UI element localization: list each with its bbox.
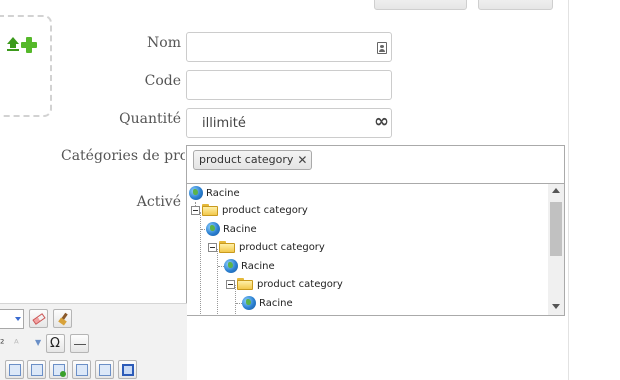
tree-node-root[interactable]: Racine [206,220,257,238]
image-dropzone[interactable] [0,15,52,117]
tree-node-folder[interactable]: product category [208,238,325,256]
horizontal-rule-icon [74,344,86,345]
name-field[interactable] [186,32,392,62]
name-label: Nom [147,35,181,51]
eraser-icon [32,313,46,325]
scroll-thumb[interactable] [550,202,562,256]
quantity-value: illimité [202,116,246,131]
text-color-icon: ᴬ [14,337,19,350]
folder-icon [202,204,218,216]
special-char-button[interactable]: Ω [46,334,65,353]
table-icon [9,364,21,376]
horizontal-rule-button[interactable] [70,334,89,353]
scroll-down-icon[interactable] [552,304,560,309]
dropdown-arrow-icon[interactable]: ▼ [35,338,41,347]
special-char-icon: Ω [50,336,60,351]
collapse-icon[interactable] [208,242,217,252]
chevron-down-icon [15,317,21,321]
categories-label: Catégories de produ [61,148,185,164]
upload-icon[interactable] [6,37,20,51]
scroll-up-icon[interactable] [552,188,560,193]
tree-node-root[interactable]: Racine [189,184,240,202]
contact-card-icon [377,42,387,54]
folder-icon [237,278,253,290]
editor-toolbar: ² ᴬ ▼ Ω [0,303,187,380]
cell-button[interactable] [72,360,91,379]
quantity-label: Quantité [119,111,181,127]
eraser-button[interactable] [29,309,48,328]
merge-cells-icon [99,364,111,376]
infinity-icon[interactable]: ∞ [374,111,389,133]
format-select[interactable] [0,309,24,329]
tree-node-root[interactable]: Racine [224,257,275,275]
code-label: Code [144,73,181,89]
folder-icon [219,241,235,253]
tree-scrollbar[interactable] [548,184,564,315]
globe-icon [224,259,238,273]
globe-icon [206,222,220,236]
tree-node-root[interactable]: Racine [242,294,293,312]
selected-category-tag[interactable]: product category ✕ [193,150,313,170]
panel-edge [568,0,569,380]
clean-format-button[interactable] [53,309,72,328]
cell-icon [76,364,88,376]
select-table-icon [122,364,134,376]
secondary-action-button[interactable] [478,0,553,10]
quantity-field[interactable]: illimité ∞ [186,108,392,138]
collapse-icon[interactable] [191,205,200,215]
remove-tag-icon[interactable]: ✕ [297,151,307,169]
active-label: Activé [136,194,181,210]
brush-icon [58,313,68,325]
globe-icon [242,296,256,310]
insert-row-button[interactable] [49,360,68,379]
collapse-icon[interactable] [226,279,235,289]
tag-label: product category [199,153,294,166]
table-props-button[interactable] [27,360,46,379]
table-button[interactable] [5,360,24,379]
add-icon[interactable] [21,37,37,53]
merge-cells-button[interactable] [95,360,114,379]
categories-tag-input[interactable]: product category ✕ [186,145,565,184]
table-props-icon [31,364,43,376]
category-tree-dropdown[interactable]: Racine product category Racine product c… [186,184,565,316]
primary-action-button[interactable] [374,0,467,10]
superscript-icon[interactable]: ² [0,337,4,350]
globe-icon [189,186,203,200]
tree-node-folder[interactable]: product category [226,275,343,293]
tree-node-folder[interactable]: product category [191,201,308,219]
code-field[interactable] [186,70,392,100]
select-table-button[interactable] [118,360,137,379]
